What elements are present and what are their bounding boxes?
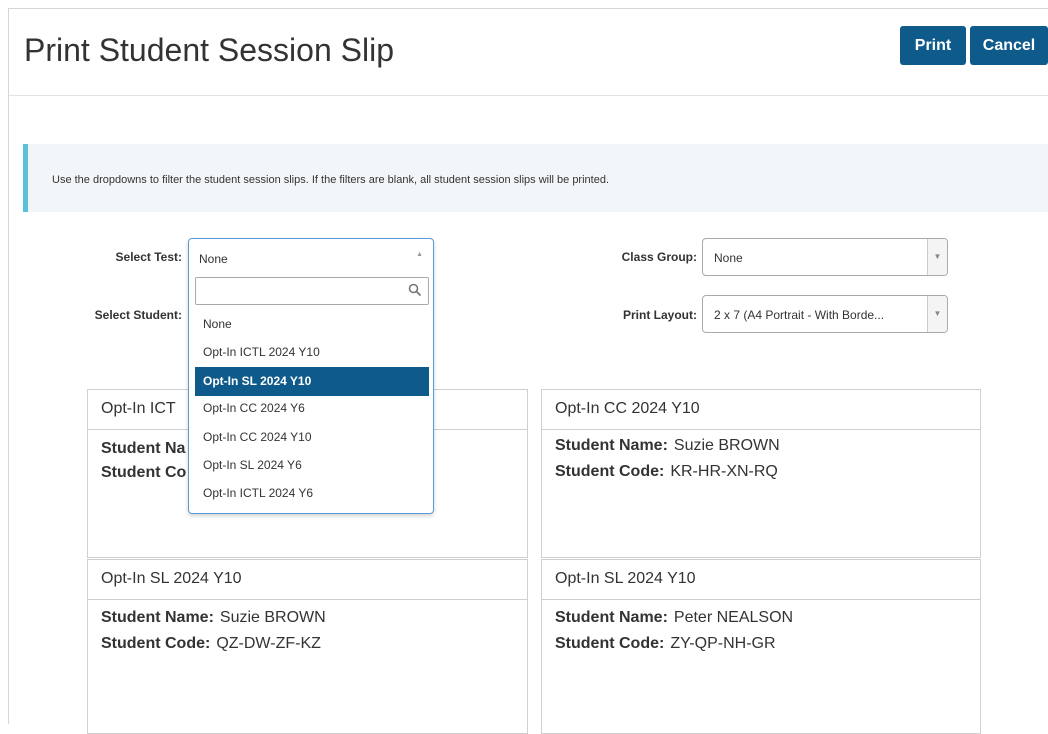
- slip-student-name-row: Student Name: Suzie BROWN: [101, 609, 326, 627]
- student-code-value: ZY-QP-NH-GR: [670, 635, 776, 652]
- student-name-label: Student Name:: [555, 437, 668, 454]
- chevron-down-icon: ▼: [927, 239, 947, 275]
- slip-test-name: Opt-In SL 2024 Y10: [88, 560, 527, 600]
- session-slip-card: Opt-In SL 2024 Y10 Student Name: Peter NE…: [541, 559, 981, 734]
- dropdown-option[interactable]: Opt-In SL 2024 Y6: [195, 451, 429, 480]
- student-name-label: Student Name:: [555, 609, 668, 626]
- chevron-down-icon: ▼: [927, 296, 947, 332]
- session-slip-card: Opt-In SL 2024 Y10 Student Name: Suzie BR…: [87, 559, 528, 734]
- student-name-label: Student Na: [101, 440, 186, 457]
- student-code-label: Student Code:: [555, 635, 665, 652]
- select-test-label: Select Test:: [115, 250, 182, 264]
- select-student-label: Select Student:: [94, 308, 182, 322]
- student-name-value: Suzie BROWN: [673, 437, 780, 454]
- page-title: Print Student Session Slip: [24, 32, 394, 68]
- slip-student-code-row: Student Code: KR-HR-XN-RQ: [555, 463, 778, 481]
- header-divider: [9, 95, 1048, 96]
- select-test-dropdown[interactable]: None ▲ None Opt-In ICTL 2024 Y10 Opt-In …: [188, 238, 434, 514]
- dropdown-option[interactable]: Opt-In CC 2024 Y6: [195, 394, 429, 423]
- slip-student-name-row: Student Name: Suzie BROWN: [555, 437, 780, 455]
- student-code-label: Student Co: [101, 464, 187, 481]
- cancel-button[interactable]: Cancel: [970, 26, 1048, 65]
- dropdown-search-input[interactable]: [195, 277, 429, 305]
- print-layout-label: Print Layout:: [623, 308, 697, 322]
- print-layout-value: 2 x 7 (A4 Portrait - With Borde...: [714, 308, 885, 322]
- student-code-label: Student Code:: [101, 635, 211, 652]
- dropdown-option[interactable]: None: [195, 310, 429, 339]
- dropdown-option[interactable]: Opt-In ICTL 2024 Y10: [195, 338, 429, 367]
- student-code-label: Student Code:: [555, 463, 665, 480]
- slip-student-code-row: Student Co: [101, 464, 192, 482]
- slip-test-name: Opt-In SL 2024 Y10: [542, 560, 980, 600]
- slip-student-code-row: Student Code: QZ-DW-ZF-KZ: [101, 635, 321, 653]
- slip-student-name-row: Student Name: Peter NEALSON: [555, 609, 793, 627]
- session-slip-card: Opt-In CC 2024 Y10 Student Name: Suzie BR…: [541, 389, 981, 558]
- search-icon: [408, 283, 422, 297]
- select-test-value: None: [199, 252, 228, 266]
- class-group-select[interactable]: None ▼: [702, 238, 948, 276]
- print-button[interactable]: Print: [900, 26, 966, 65]
- student-code-value: KR-HR-XN-RQ: [670, 463, 778, 480]
- info-text: Use the dropdowns to filter the student …: [52, 174, 610, 186]
- slip-test-name: Opt-In CC 2024 Y10: [542, 390, 980, 430]
- student-name-value: Peter NEALSON: [673, 609, 794, 626]
- class-group-value: None: [714, 251, 743, 265]
- student-name-value: Suzie BROWN: [219, 609, 326, 626]
- class-group-label: Class Group:: [621, 250, 697, 264]
- dropdown-option[interactable]: Opt-In ICTL 2024 Y6: [195, 479, 429, 508]
- page-frame-top: [8, 8, 1048, 9]
- student-name-label: Student Name:: [101, 609, 214, 626]
- caret-up-icon: ▲: [416, 251, 423, 258]
- slip-student-name-row: Student Na: [101, 440, 191, 458]
- dropdown-option-highlighted[interactable]: Opt-In SL 2024 Y10: [195, 367, 429, 396]
- print-layout-select[interactable]: 2 x 7 (A4 Portrait - With Borde... ▼: [702, 295, 948, 333]
- dropdown-option[interactable]: Opt-In CC 2024 Y10: [195, 423, 429, 452]
- page-frame-left: [8, 8, 9, 724]
- student-code-value: QZ-DW-ZF-KZ: [216, 635, 321, 652]
- slip-student-code-row: Student Code: ZY-QP-NH-GR: [555, 635, 776, 653]
